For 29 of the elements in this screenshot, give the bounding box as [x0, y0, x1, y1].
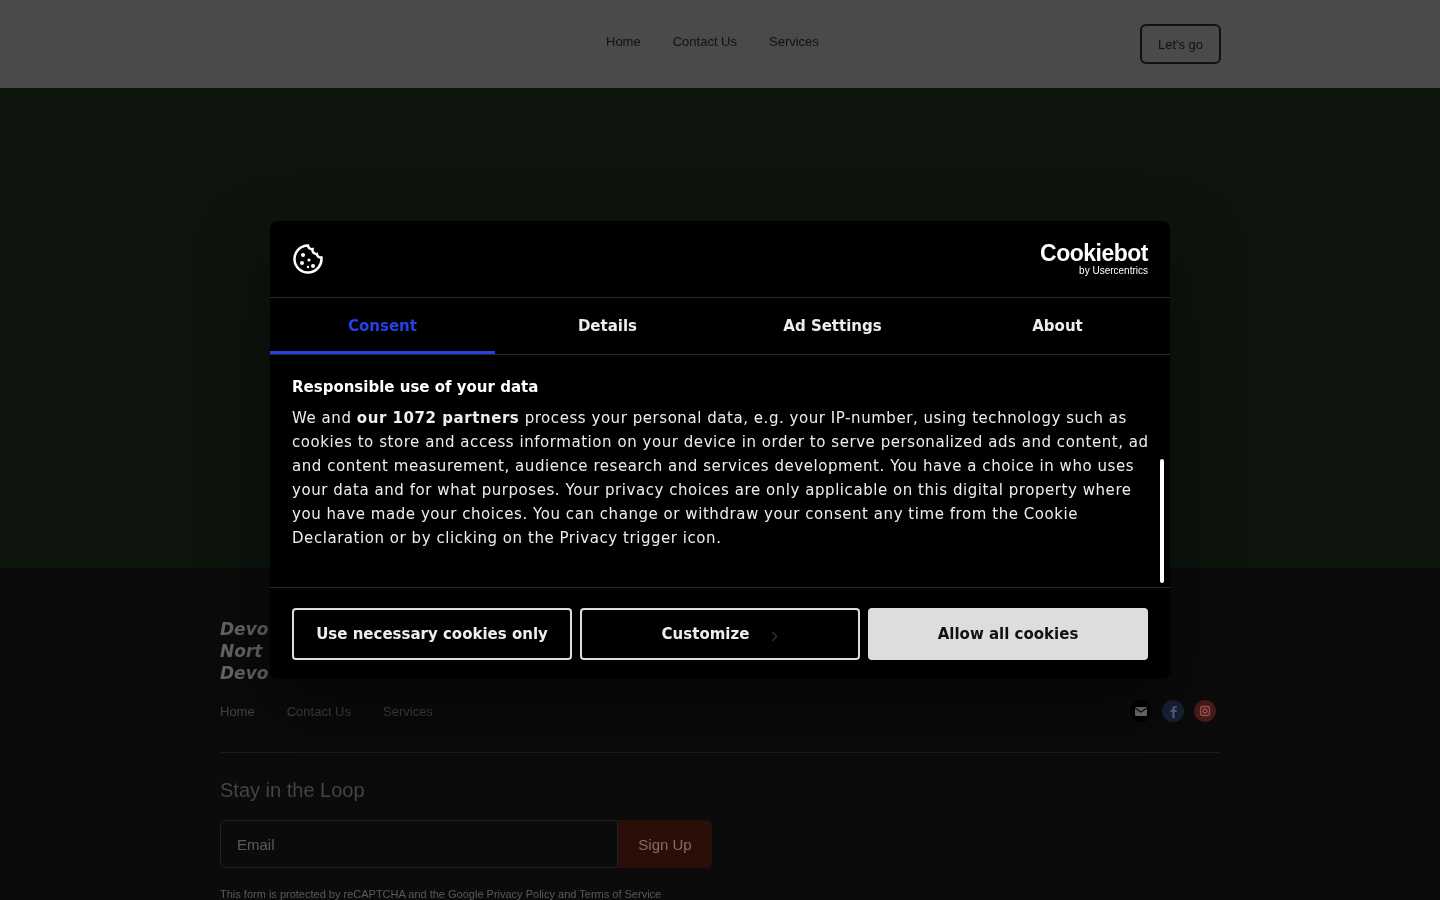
scrollbar-thumb[interactable]: [1160, 459, 1164, 583]
legal-text: This form is protected by reCAPTCHA and the Google Privacy Policy and Terms of Service: [220, 888, 663, 900]
dialog-tab[interactable]: Ad Settings: [720, 298, 945, 354]
section-heading: Responsible use of your data: [292, 378, 540, 396]
necessary-only-button[interactable]: Use necessary cookies only: [292, 607, 572, 660]
allow-all-button[interactable]: Allow all cookies: [868, 607, 1148, 660]
cookie-icon: [292, 243, 324, 275]
nav-link[interactable]: Home: [606, 34, 641, 49]
lets-go-button[interactable]: Let's go: [1140, 24, 1221, 64]
brand-subtitle: by Usercentrics: [1079, 265, 1148, 276]
consent-paragraph: We and our 1072 partners process your personal data, e.g. your IP-number, using technology such as cookies to store and access information on your device in order to serve personalized ads and content, ad and content measurement, audience research and services development. You have a choice in who uses your data and for what purposes. Your privacy choices are only applicable on this digital property where you have made your choices. You can change or withdraw your consent any time from the Cookie Declaration or by clicking on the Privacy trigger icon.: [292, 408, 1150, 549]
footer-link[interactable]: Home: [220, 703, 255, 719]
nav-link[interactable]: Services: [769, 34, 819, 49]
logo-text: Nort: [220, 640, 263, 662]
newsletter-title: Stay in the Loop: [220, 779, 366, 802]
brand-logo-text: Cookiebot: [1040, 242, 1148, 265]
instagram-icon[interactable]: [1194, 700, 1216, 722]
dialog-tab[interactable]: Consent: [270, 298, 495, 354]
chevron-icon: [771, 631, 779, 642]
email-icon[interactable]: [1130, 700, 1152, 722]
customize-button[interactable]: Customize: [580, 607, 860, 660]
logo-text: Devo: [220, 618, 269, 640]
dialog-tab[interactable]: About: [945, 298, 1170, 354]
dialog-tab[interactable]: Details: [495, 298, 720, 354]
email-field[interactable]: Email: [220, 820, 618, 868]
logo-text: Devo: [220, 662, 269, 684]
sign-up-button[interactable]: Sign Up: [618, 820, 712, 868]
nav-link[interactable]: Contact Us: [672, 34, 737, 49]
facebook-icon[interactable]: [1162, 700, 1184, 722]
